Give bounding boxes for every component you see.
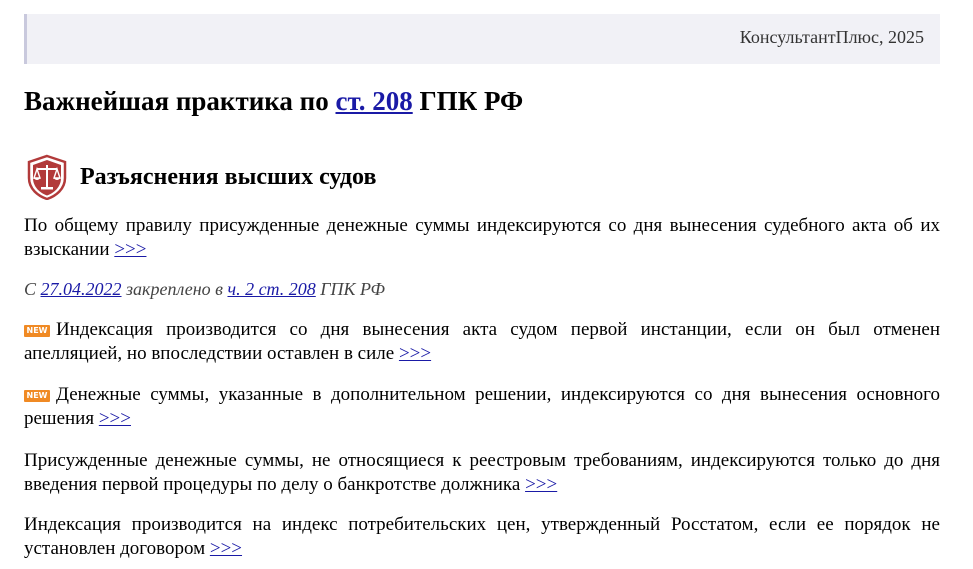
court-scales-icon — [27, 154, 67, 200]
list-item: Индексация производится на индекс потреб… — [24, 513, 940, 561]
page-title-suffix: ГПК РФ — [412, 86, 524, 116]
header-bar: КонсультантПлюс, 2025 — [24, 14, 940, 64]
more-link[interactable]: >>> — [525, 474, 557, 495]
item-text: Индексация производится со дня вынесения… — [24, 319, 940, 364]
list-item: NEW Денежные суммы, указанные в дополните… — [24, 383, 940, 431]
law-part-link[interactable]: ч. 2 ст. 208 — [227, 279, 315, 299]
article-link[interactable]: ст. 208 — [336, 86, 413, 116]
fixed-note: С 27.04.2022 закреплено в ч. 2 ст. 208 Г… — [24, 279, 385, 300]
paragraph-text: По общему правилу присужденные денежные … — [24, 215, 940, 260]
list-item: NEW Индексация производится со дня вынесе… — [24, 318, 940, 366]
more-link[interactable]: >>> — [114, 239, 146, 260]
new-badge: NEW — [24, 390, 50, 402]
item-text: Индексация производится на индекс потреб… — [24, 514, 940, 559]
page-title-prefix: Важнейшая практика по — [24, 86, 336, 116]
section-header: Разъяснения высших судов — [24, 152, 376, 202]
page-title: Важнейшая практика по ст. 208 ГПК РФ — [24, 86, 523, 117]
item-text: Присужденные денежные суммы, не относящи… — [24, 450, 940, 495]
copyright-text: КонсультантПлюс, 2025 — [739, 27, 924, 47]
fixed-note-prefix: С — [24, 279, 41, 299]
item-text: Денежные суммы, указанные в дополнительн… — [24, 384, 940, 429]
document-page: КонсультантПлюс, 2025 Важнейшая практика… — [0, 0, 973, 569]
more-link[interactable]: >>> — [399, 343, 431, 364]
more-link[interactable]: >>> — [210, 538, 242, 559]
section-title: Разъяснения высших судов — [80, 163, 377, 190]
fixed-note-suffix: ГПК РФ — [315, 279, 385, 299]
date-link[interactable]: 27.04.2022 — [41, 279, 122, 299]
new-badge: NEW — [24, 325, 50, 337]
list-item: Присужденные денежные суммы, не относящи… — [24, 449, 940, 497]
fixed-note-middle: закреплено в — [121, 279, 228, 299]
paragraph-general-rule: По общему правилу присужденные денежные … — [24, 214, 940, 262]
more-link[interactable]: >>> — [99, 408, 131, 429]
